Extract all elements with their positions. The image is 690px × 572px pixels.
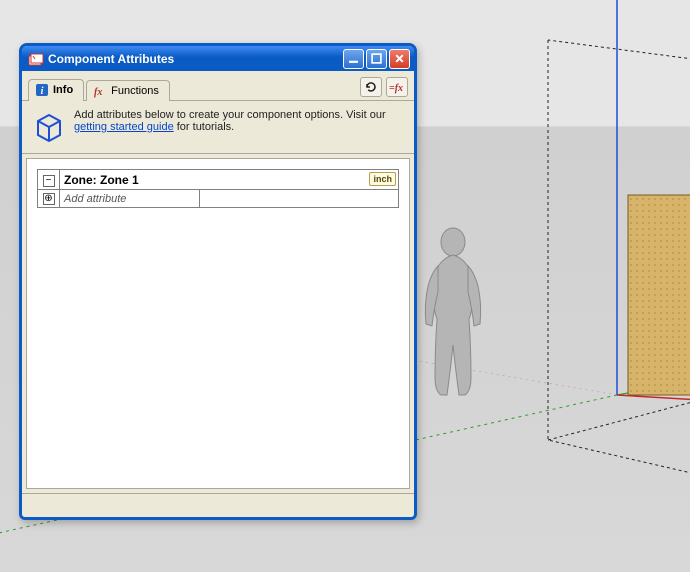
cube-icon xyxy=(32,109,66,143)
info-icon: i xyxy=(35,83,49,97)
tab-info[interactable]: i Info xyxy=(28,79,84,101)
clear-fx-button[interactable]: =fx xyxy=(386,77,408,97)
app-icon xyxy=(28,51,44,67)
tab-bar: i Info fx Functions =fx xyxy=(22,71,414,101)
attributes-table: − Zone: Zone 1 inch ⊕ Add attribute xyxy=(37,169,399,208)
component-name: Zone: Zone 1 xyxy=(64,173,139,187)
add-attribute-label[interactable]: Add attribute xyxy=(60,190,200,208)
tab-functions-label: Functions xyxy=(111,85,159,97)
getting-started-link[interactable]: getting started guide xyxy=(74,121,174,133)
dialog-footer xyxy=(22,493,414,517)
fx-icon: fx xyxy=(93,84,107,98)
add-attribute-button[interactable]: ⊕ xyxy=(43,193,55,205)
instruction-strip: Add attributes below to create your comp… xyxy=(22,101,414,154)
component-header-row[interactable]: − Zone: Zone 1 inch xyxy=(38,170,399,190)
attributes-panel: − Zone: Zone 1 inch ⊕ Add attribute xyxy=(26,158,410,489)
add-attribute-row[interactable]: ⊕ Add attribute xyxy=(38,190,399,208)
instruction-before: Add attributes below to create your comp… xyxy=(74,109,386,121)
svg-text:fx: fx xyxy=(94,87,102,98)
tab-info-label: Info xyxy=(53,84,73,96)
unit-chip[interactable]: inch xyxy=(369,172,396,186)
refresh-button[interactable] xyxy=(360,77,382,97)
instruction-text: Add attributes below to create your comp… xyxy=(74,109,404,143)
minimize-button[interactable] xyxy=(343,49,364,69)
svg-text:=fx: =fx xyxy=(389,83,403,94)
tab-functions[interactable]: fx Functions xyxy=(86,80,170,101)
component-attributes-dialog: Component Attributes i Info fx Functions xyxy=(19,43,417,520)
collapse-button[interactable]: − xyxy=(43,175,55,187)
svg-text:i: i xyxy=(41,86,44,97)
instruction-after: for tutorials. xyxy=(174,121,235,133)
add-attribute-value-cell[interactable] xyxy=(200,190,399,208)
maximize-button[interactable] xyxy=(366,49,387,69)
scale-figure xyxy=(425,228,480,395)
titlebar[interactable]: Component Attributes xyxy=(22,46,414,71)
close-button[interactable] xyxy=(389,49,410,69)
window-title: Component Attributes xyxy=(48,52,343,66)
